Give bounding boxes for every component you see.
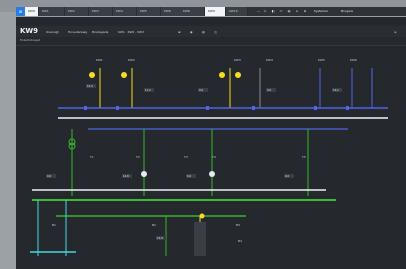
feeder-label: KW2	[128, 58, 135, 62]
globe-icon[interactable]: ⊕	[302, 8, 308, 15]
tab-kw5[interactable]: KW5	[137, 7, 161, 16]
value-tag-text: 0,0	[267, 88, 271, 92]
minimize-icon[interactable]: —	[256, 8, 261, 15]
tab-kw9-right[interactable]: KW9	[205, 7, 226, 16]
page-title: KW9	[20, 27, 39, 35]
bottom-label: B2	[152, 223, 156, 227]
transformer-label: T3	[183, 155, 188, 159]
value-tag-text: 0,0	[199, 88, 203, 92]
value-tag-text: 10,9	[157, 236, 163, 240]
generator-icon[interactable]	[89, 72, 95, 78]
header-field-stations[interactable]: KW1 · KW2 · KW3	[118, 30, 144, 34]
measurement-icon[interactable]	[209, 171, 215, 177]
list-icon[interactable]: ▤	[286, 8, 292, 15]
panel-icon[interactable]: ◫	[214, 30, 217, 34]
breadcrumb: Enkeltstreget	[20, 38, 40, 42]
value-tag-text: 10,2	[333, 88, 339, 92]
users-button[interactable]: Brugere	[338, 8, 356, 15]
transformer-label: T4	[211, 155, 216, 159]
tab-kw1[interactable]: KW1	[39, 7, 65, 16]
generator-icon[interactable]	[121, 72, 127, 78]
tab-kw4[interactable]: KW4	[113, 7, 137, 16]
header-field-overview[interactable]: Oversigt	[46, 30, 59, 34]
value-tag-text: 10,4	[87, 84, 93, 88]
bottom-label: B3	[236, 223, 240, 227]
single-line-diagram: KW1 KW2 KW3 KW4 KW5 KW6 10,4 11,2 0,0 0,…	[30, 58, 388, 256]
top-toolbar: KW8 KW9 KW10 — ⚠ ◧ ▭ ▤ ⌂ ⊕ Systemer Brug…	[180, 7, 406, 16]
tab-kw3[interactable]: KW3	[89, 7, 113, 16]
target-icon[interactable]: ◉	[190, 30, 193, 34]
measurement-icon[interactable]	[141, 171, 147, 177]
table-icon[interactable]: ▤	[202, 30, 205, 34]
tab-kw8[interactable]: KW8	[180, 7, 205, 16]
bottom-label: B4	[238, 239, 242, 243]
warning-icon[interactable]: ⚠	[262, 8, 268, 15]
bottom-label: B1	[52, 223, 56, 227]
layout-icon[interactable]: ◧	[270, 8, 276, 15]
generator-icon[interactable]	[219, 72, 225, 78]
feeder-label: KW6	[350, 58, 357, 62]
header-field-street[interactable]: Bredegade	[92, 30, 108, 34]
transformer-label: T5	[301, 155, 306, 159]
tab-kw2[interactable]: KW2	[65, 7, 89, 16]
grid-icon[interactable]: ⊞	[178, 30, 181, 34]
transformer-label: T2	[135, 155, 140, 159]
value-tag-text: 10,8	[123, 174, 129, 178]
value-tag-text: 0,0	[285, 174, 289, 178]
app-logo-icon[interactable]: ⊞	[16, 7, 25, 16]
feeder-label: KW5	[318, 58, 325, 62]
generator-icon[interactable]	[199, 213, 205, 219]
menu-icon[interactable]: ≡	[394, 30, 397, 34]
systems-button[interactable]: Systemer	[310, 8, 332, 15]
feeder-label: KW4	[266, 58, 273, 62]
value-tag-text: 0,0	[187, 174, 191, 178]
feeder-label: KW1	[96, 58, 103, 62]
feeder-label: KW3	[234, 58, 241, 62]
sub-header	[16, 37, 406, 46]
home-icon[interactable]: ⌂	[294, 8, 300, 15]
generator-cabinet[interactable]	[194, 222, 206, 256]
tab-kw9[interactable]: KW9	[25, 7, 39, 16]
value-tag-text: 11,2	[145, 88, 151, 92]
generator-icon[interactable]	[235, 72, 241, 78]
value-tag-text: 0,0	[47, 174, 51, 178]
tab-kw10[interactable]: KW10	[226, 7, 248, 16]
window-icon[interactable]: ▭	[278, 8, 284, 15]
transformer-label: T1	[89, 155, 94, 159]
header-field-main[interactable]: Hovedanlæg	[68, 30, 87, 34]
